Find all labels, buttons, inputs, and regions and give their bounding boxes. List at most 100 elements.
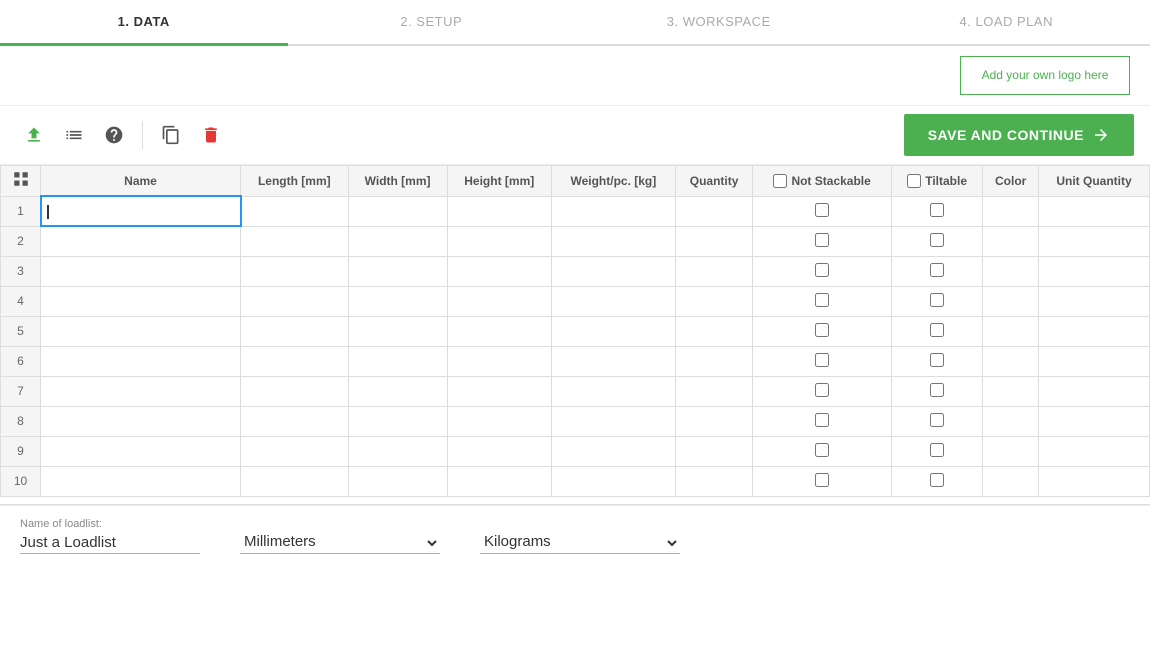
- unit-quantity-cell-7[interactable]: [1039, 376, 1150, 406]
- not-stackable-checkbox-9[interactable]: [815, 443, 829, 457]
- not-stackable-cell-7[interactable]: [753, 376, 892, 406]
- not-stackable-cell-9[interactable]: [753, 436, 892, 466]
- weight-cell-2[interactable]: [551, 226, 675, 256]
- unit-quantity-cell-3[interactable]: [1039, 256, 1150, 286]
- tiltable-checkbox-6[interactable]: [930, 353, 944, 367]
- color-cell-6[interactable]: [983, 346, 1039, 376]
- quantity-cell-1[interactable]: [675, 196, 752, 226]
- weight-cell-4[interactable]: [551, 286, 675, 316]
- color-cell-4[interactable]: [983, 286, 1039, 316]
- copy-button[interactable]: [153, 119, 189, 151]
- width-cell-10[interactable]: [348, 466, 447, 496]
- tiltable-cell-3[interactable]: [891, 256, 982, 286]
- length-cell-7[interactable]: [241, 376, 349, 406]
- not-stackable-cell-8[interactable]: [753, 406, 892, 436]
- color-cell-8[interactable]: [983, 406, 1039, 436]
- color-cell-5[interactable]: [983, 316, 1039, 346]
- weight-cell-8[interactable]: [551, 406, 675, 436]
- weight-cell-1[interactable]: [551, 196, 675, 226]
- weight-cell-3[interactable]: [551, 256, 675, 286]
- quantity-cell-2[interactable]: [675, 226, 752, 256]
- unit-quantity-cell-8[interactable]: [1039, 406, 1150, 436]
- not-stackable-checkbox-4[interactable]: [815, 293, 829, 307]
- quantity-cell-6[interactable]: [675, 346, 752, 376]
- color-cell-1[interactable]: [983, 196, 1039, 226]
- height-cell-1[interactable]: [447, 196, 551, 226]
- tiltable-cell-7[interactable]: [891, 376, 982, 406]
- not-stackable-cell-10[interactable]: [753, 466, 892, 496]
- name-cell-3[interactable]: [41, 256, 241, 286]
- tiltable-checkbox-9[interactable]: [930, 443, 944, 457]
- name-cell-9[interactable]: [41, 436, 241, 466]
- not-stackable-checkbox-8[interactable]: [815, 413, 829, 427]
- not-stackable-header-checkbox[interactable]: [773, 174, 787, 188]
- length-cell-6[interactable]: [241, 346, 349, 376]
- tiltable-checkbox-10[interactable]: [930, 473, 944, 487]
- unit-quantity-cell-4[interactable]: [1039, 286, 1150, 316]
- tiltable-checkbox-7[interactable]: [930, 383, 944, 397]
- color-cell-2[interactable]: [983, 226, 1039, 256]
- width-cell-3[interactable]: [348, 256, 447, 286]
- not-stackable-checkbox-5[interactable]: [815, 323, 829, 337]
- height-cell-2[interactable]: [447, 226, 551, 256]
- color-cell-9[interactable]: [983, 436, 1039, 466]
- tab-loadplan[interactable]: 4. LOAD PLAN: [863, 0, 1150, 44]
- width-cell-6[interactable]: [348, 346, 447, 376]
- upload-button[interactable]: [16, 119, 52, 151]
- width-cell-4[interactable]: [348, 286, 447, 316]
- length-cell-3[interactable]: [241, 256, 349, 286]
- name-cell-6[interactable]: [41, 346, 241, 376]
- name-cell-8[interactable]: [41, 406, 241, 436]
- name-cell-1[interactable]: [41, 196, 241, 226]
- weight-select[interactable]: Kilograms Pounds Tons: [480, 532, 680, 554]
- list-button[interactable]: [56, 119, 92, 151]
- length-cell-8[interactable]: [241, 406, 349, 436]
- tiltable-cell-4[interactable]: [891, 286, 982, 316]
- name-cell-2[interactable]: [41, 226, 241, 256]
- save-continue-button[interactable]: SAVE AND CONTINUE: [904, 114, 1134, 156]
- not-stackable-checkbox-10[interactable]: [815, 473, 829, 487]
- tiltable-checkbox-1[interactable]: [930, 203, 944, 217]
- unit-quantity-cell-5[interactable]: [1039, 316, 1150, 346]
- length-cell-2[interactable]: [241, 226, 349, 256]
- tiltable-cell-10[interactable]: [891, 466, 982, 496]
- not-stackable-checkbox-7[interactable]: [815, 383, 829, 397]
- not-stackable-cell-6[interactable]: [753, 346, 892, 376]
- quantity-cell-3[interactable]: [675, 256, 752, 286]
- name-cell-10[interactable]: [41, 466, 241, 496]
- length-cell-5[interactable]: [241, 316, 349, 346]
- tab-workspace[interactable]: 3. WORKSPACE: [575, 0, 863, 44]
- logo-upload-box[interactable]: Add your own logo here: [960, 56, 1130, 95]
- length-cell-10[interactable]: [241, 466, 349, 496]
- color-cell-10[interactable]: [983, 466, 1039, 496]
- not-stackable-cell-3[interactable]: [753, 256, 892, 286]
- tiltable-cell-2[interactable]: [891, 226, 982, 256]
- not-stackable-checkbox-1[interactable]: [815, 203, 829, 217]
- not-stackable-cell-5[interactable]: [753, 316, 892, 346]
- quantity-cell-5[interactable]: [675, 316, 752, 346]
- length-cell-1[interactable]: [241, 196, 349, 226]
- length-cell-4[interactable]: [241, 286, 349, 316]
- quantity-cell-10[interactable]: [675, 466, 752, 496]
- tiltable-checkbox-4[interactable]: [930, 293, 944, 307]
- loadlist-name-value[interactable]: Just a Loadlist: [20, 534, 200, 554]
- name-cell-7[interactable]: [41, 376, 241, 406]
- tiltable-cell-6[interactable]: [891, 346, 982, 376]
- col-header-tiltable[interactable]: Tiltable: [891, 165, 982, 196]
- unit-select[interactable]: Millimeters Centimeters Meters Inches Fe…: [240, 532, 440, 554]
- name-cell-4[interactable]: [41, 286, 241, 316]
- not-stackable-checkbox-3[interactable]: [815, 263, 829, 277]
- height-cell-3[interactable]: [447, 256, 551, 286]
- quantity-cell-9[interactable]: [675, 436, 752, 466]
- name-cell-5[interactable]: [41, 316, 241, 346]
- tiltable-cell-5[interactable]: [891, 316, 982, 346]
- width-cell-9[interactable]: [348, 436, 447, 466]
- unit-quantity-cell-6[interactable]: [1039, 346, 1150, 376]
- height-cell-4[interactable]: [447, 286, 551, 316]
- height-cell-8[interactable]: [447, 406, 551, 436]
- not-stackable-cell-4[interactable]: [753, 286, 892, 316]
- width-cell-2[interactable]: [348, 226, 447, 256]
- col-header-not-stackable[interactable]: Not Stackable: [753, 165, 892, 196]
- weight-cell-6[interactable]: [551, 346, 675, 376]
- weight-cell-7[interactable]: [551, 376, 675, 406]
